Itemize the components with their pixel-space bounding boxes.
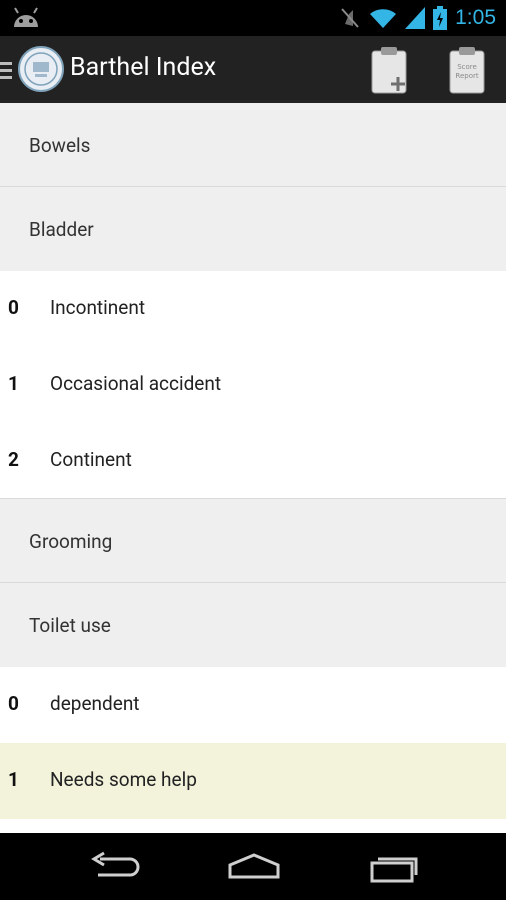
clipboard-report-icon: Score Report xyxy=(449,47,485,94)
action-bar: Barthel Index Score Report xyxy=(0,36,506,103)
app-logo-icon[interactable] xyxy=(18,46,64,92)
option-score: 1 xyxy=(8,768,19,791)
option-score: 0 xyxy=(8,296,19,319)
option-toilet-use-1[interactable]: 1 Needs some help xyxy=(0,743,506,819)
recent-apps-button[interactable] xyxy=(366,847,422,887)
navigation-bar xyxy=(0,833,506,900)
clipboard-add-icon xyxy=(371,47,407,94)
status-icons: 1:05 xyxy=(339,0,496,36)
android-notification-icon xyxy=(14,7,38,27)
drawer-indicator-icon[interactable] xyxy=(0,60,14,82)
assessment-list: Bowels Bladder 0 Incontinent 1 Occasiona… xyxy=(0,103,506,833)
home-icon xyxy=(228,853,280,879)
category-bladder[interactable]: Bladder xyxy=(0,187,506,271)
score-report-button[interactable]: Score Report xyxy=(446,45,490,95)
category-label: Bladder xyxy=(29,218,94,241)
svg-text:Report: Report xyxy=(455,72,478,80)
score-report-icon-text: Score xyxy=(457,63,477,71)
signal-icon xyxy=(405,7,426,29)
option-bladder-0[interactable]: 0 Incontinent xyxy=(0,271,506,347)
app-title: Barthel Index xyxy=(70,53,217,82)
mute-icon xyxy=(341,8,359,28)
battery-icon xyxy=(433,6,448,30)
status-time: 1:05 xyxy=(455,6,496,29)
option-text: Incontinent xyxy=(50,296,146,319)
home-button[interactable] xyxy=(226,847,282,887)
option-toilet-use-0[interactable]: 0 dependent xyxy=(0,667,506,743)
option-score: 0 xyxy=(8,692,19,715)
back-button[interactable] xyxy=(86,847,142,887)
option-text: Needs some help xyxy=(50,768,197,791)
option-text: Occasional accident xyxy=(50,372,222,395)
wifi-icon xyxy=(370,9,397,28)
option-score: 1 xyxy=(8,372,19,395)
option-text: Continent xyxy=(50,448,132,471)
category-label: Bowels xyxy=(29,134,91,157)
back-icon xyxy=(91,851,140,877)
option-score: 2 xyxy=(8,448,19,471)
category-toilet-use[interactable]: Toilet use xyxy=(0,583,506,667)
option-bladder-2[interactable]: 2 Continent xyxy=(0,423,506,499)
category-grooming[interactable]: Grooming xyxy=(0,499,506,583)
add-assessment-button[interactable] xyxy=(368,45,412,95)
recent-apps-icon xyxy=(370,857,418,883)
category-label: Toilet use xyxy=(29,614,111,637)
status-bar: 1:05 xyxy=(0,0,506,36)
option-text: dependent xyxy=(50,692,140,715)
category-label: Grooming xyxy=(29,530,113,553)
category-bowels[interactable]: Bowels xyxy=(0,103,506,187)
option-bladder-1[interactable]: 1 Occasional accident xyxy=(0,347,506,423)
